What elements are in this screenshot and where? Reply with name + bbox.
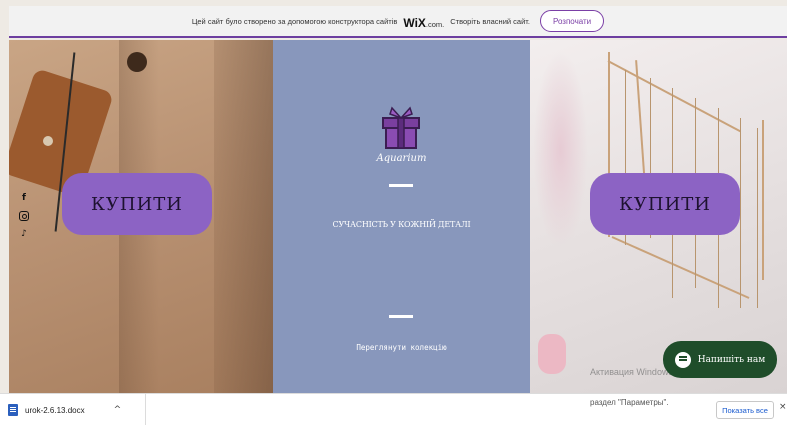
word-document-icon <box>8 404 18 416</box>
caret-up-icon[interactable]: ^ <box>114 405 122 415</box>
download-bar: urok-2.6.13.docx ^ раздел "Параметры". П… <box>0 393 787 425</box>
pink-cup-image <box>538 334 566 374</box>
facebook-icon[interactable]: f <box>22 192 26 204</box>
banner-cta-text: Створіть власний сайт. <box>450 16 530 26</box>
tiktok-icon[interactable]: ♪ <box>21 228 27 240</box>
close-icon[interactable]: × <box>779 402 787 412</box>
coat-button-image <box>127 52 147 72</box>
banner-text: Цей сайт було створено за допомогою конс… <box>191 16 398 26</box>
gift-icon <box>382 106 420 149</box>
chat-bubble-icon <box>674 351 691 368</box>
page: Цей сайт було створено за допомогою конс… <box>0 0 787 425</box>
buy-button-right[interactable]: КУПИТИ <box>590 173 740 235</box>
show-all-button[interactable]: Показать все <box>716 401 774 419</box>
center-panel <box>273 40 530 393</box>
windows-activation-watermark: Активация Windows <box>590 367 673 377</box>
divider-top <box>389 184 413 187</box>
feather-image <box>533 50 588 250</box>
start-button[interactable]: Розпочати <box>539 10 605 32</box>
divider-bottom <box>389 315 413 318</box>
wix-banner: Цей сайт було створено за допомогою конс… <box>9 6 787 38</box>
social-links: f ♪ <box>19 192 29 240</box>
download-file-name: urok-2.6.13.docx <box>25 405 85 415</box>
view-collection-link[interactable]: Переглянути колекцію <box>273 343 530 352</box>
buy-button-left[interactable]: КУПИТИ <box>62 173 212 235</box>
instagram-icon[interactable] <box>19 211 29 221</box>
chat-button[interactable]: Напишіть нам <box>663 341 777 378</box>
download-item[interactable]: urok-2.6.13.docx ^ <box>8 394 146 425</box>
wix-logo: WiX.com. <box>403 15 445 30</box>
chat-button-label: Напишіть нам <box>697 354 766 365</box>
windows-activation-hint: раздел "Параметры". <box>590 398 669 407</box>
brand-name: Aquarium <box>376 153 427 164</box>
tagline: СУЧАСНІСТЬ У КОЖНІЙ ДЕТАЛІ <box>332 220 471 229</box>
